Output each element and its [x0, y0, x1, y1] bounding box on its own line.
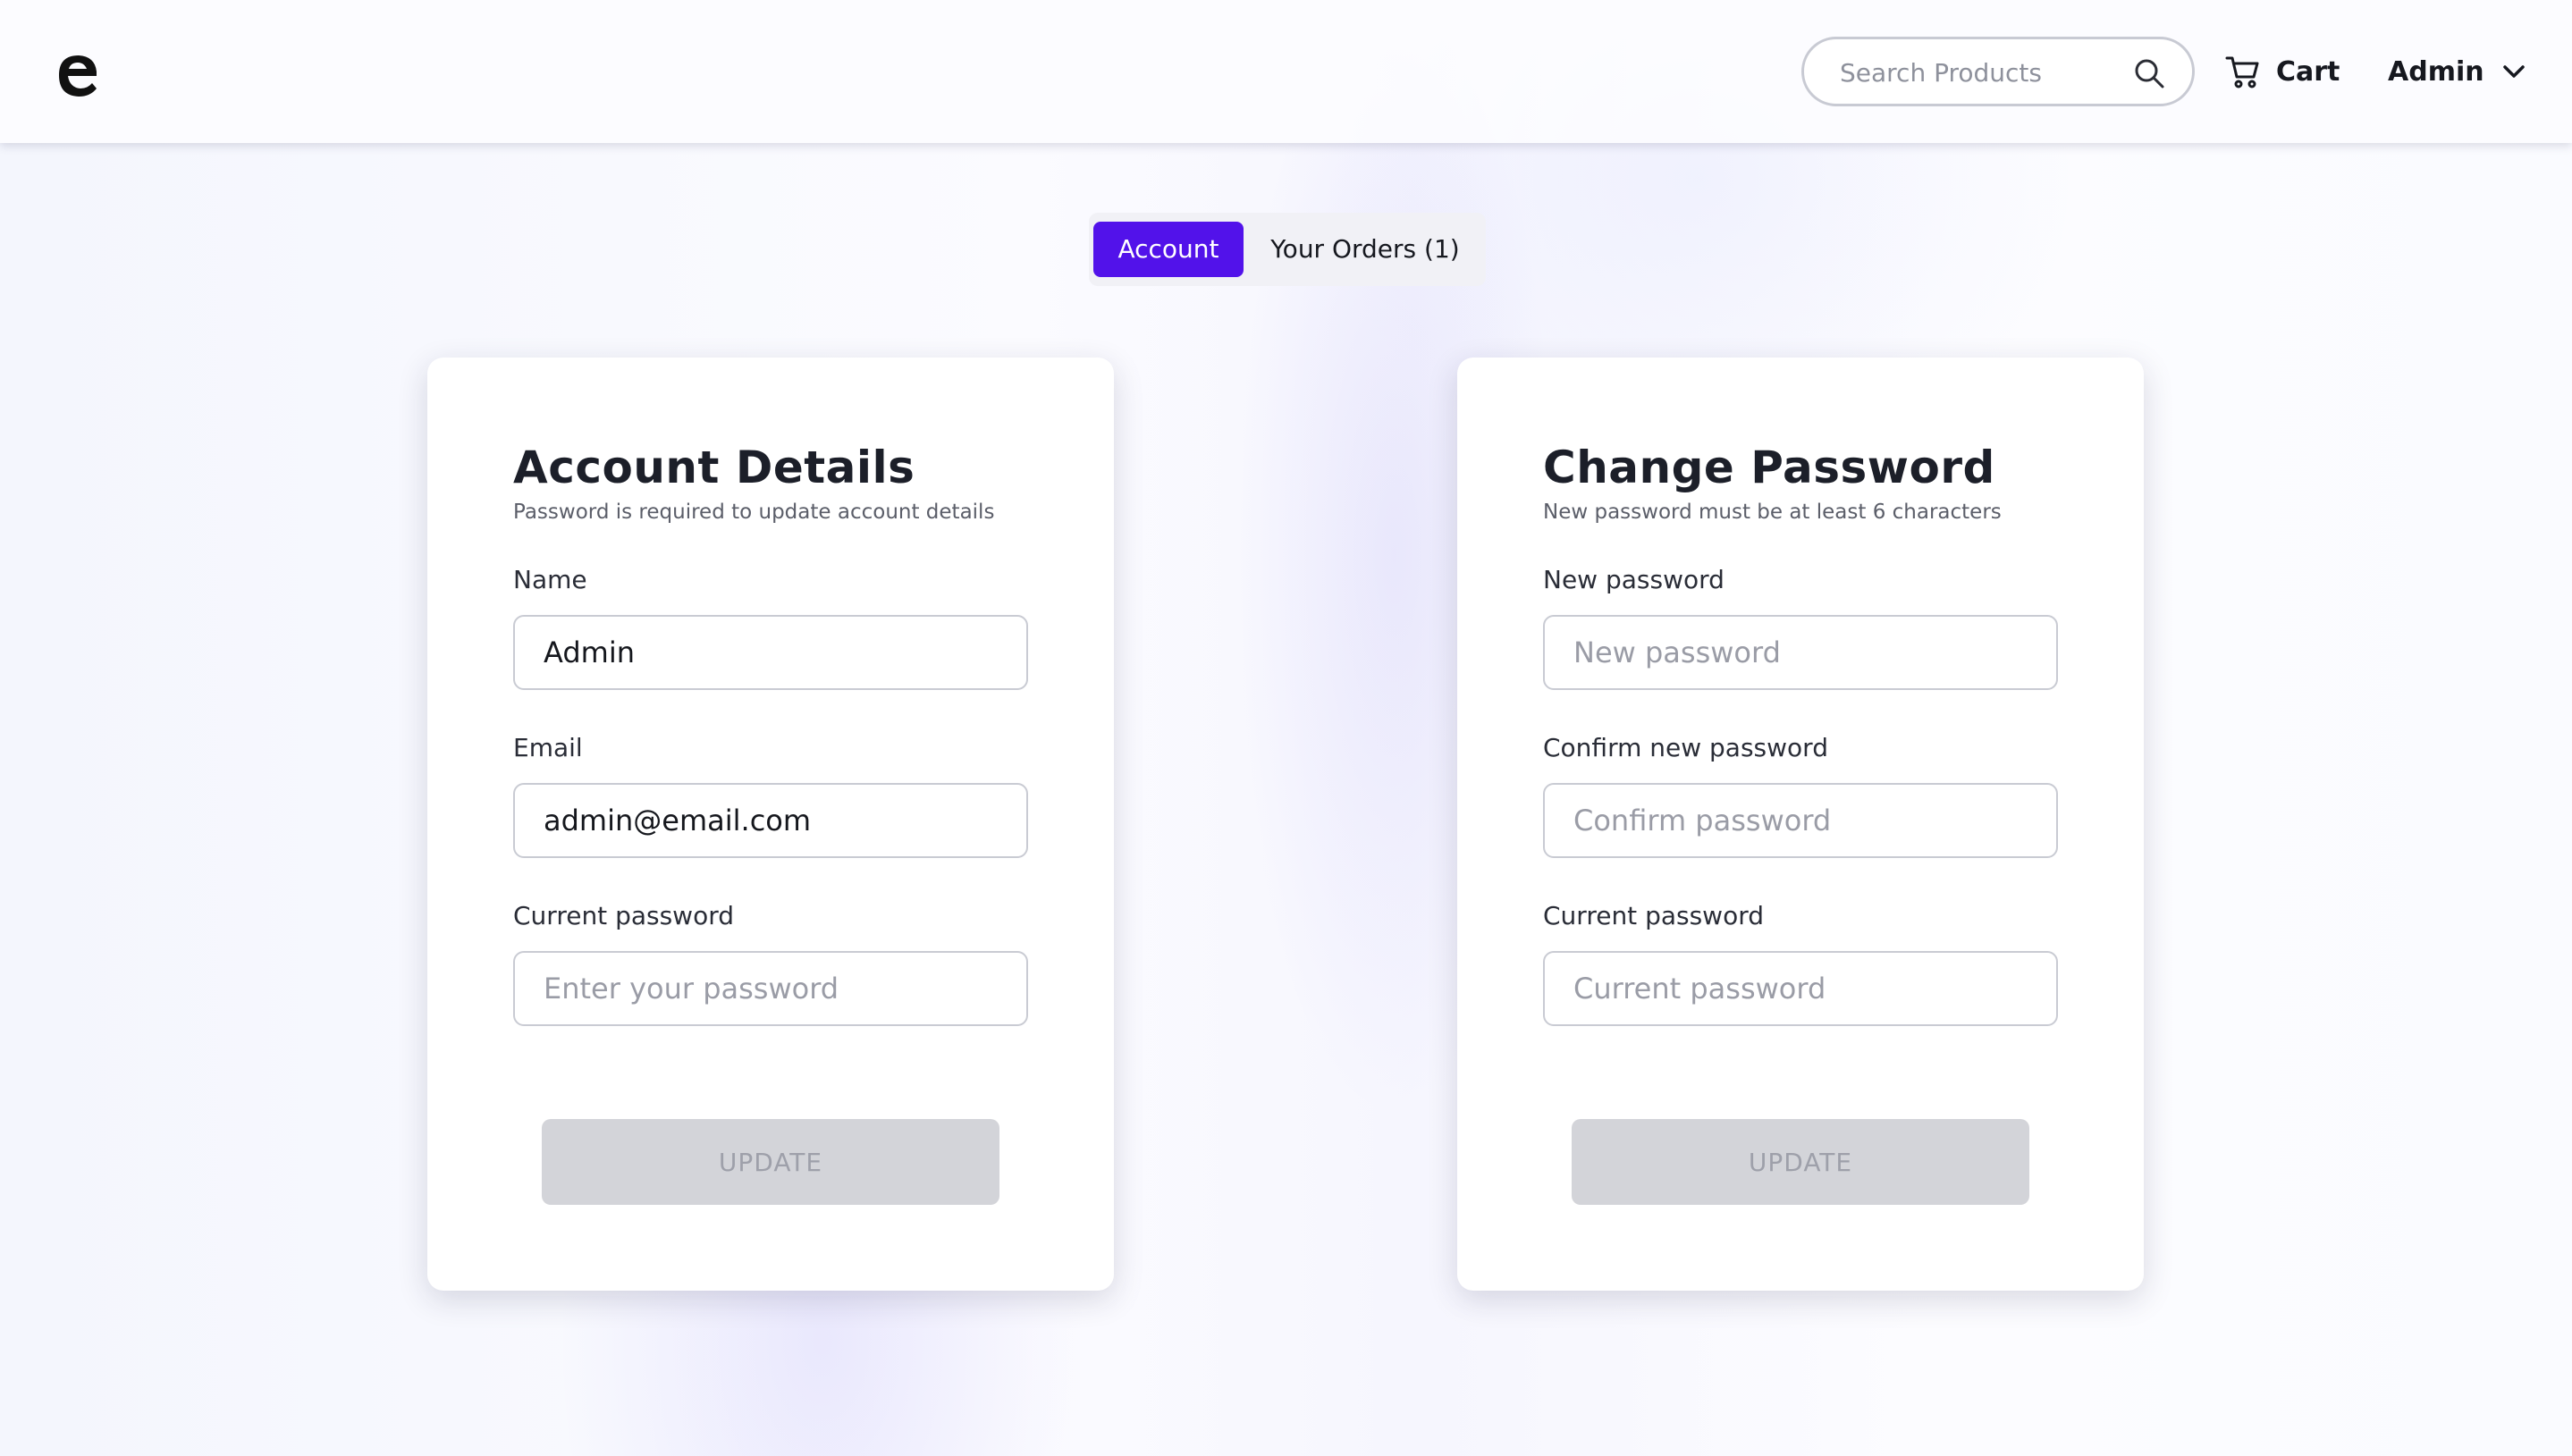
confirm-password-label: Confirm new password [1543, 733, 1828, 762]
brand-logo-icon[interactable] [52, 48, 102, 98]
change-password-title: Change Password [1543, 442, 1995, 493]
cart-button[interactable]: Cart [2224, 50, 2340, 93]
update-password-button[interactable]: UPDATE [1572, 1119, 2029, 1205]
current-password-label: Current password [513, 901, 734, 930]
name-label: Name [513, 565, 587, 594]
user-name-label: Admin [2388, 55, 2484, 88]
new-password-label: New password [1543, 565, 1725, 594]
current-password-input[interactable] [513, 951, 1028, 1026]
change-password-card: Change Password New password must be at … [1457, 358, 2144, 1291]
search-input[interactable] [1838, 39, 2128, 105]
account-details-subtitle: Password is required to update account d… [513, 501, 995, 524]
tab-your-orders[interactable]: Your Orders (1) [1250, 222, 1480, 277]
change-password-subtitle: New password must be at least 6 characte… [1543, 501, 2002, 524]
confirm-password-input[interactable] [1543, 783, 2058, 858]
account-details-card: Account Details Password is required to … [427, 358, 1114, 1291]
update-account-button[interactable]: UPDATE [542, 1119, 999, 1205]
email-input[interactable] [513, 783, 1028, 858]
cart-label: Cart [2276, 55, 2340, 88]
current-password-label-2: Current password [1543, 901, 1764, 930]
cart-icon [2225, 56, 2259, 88]
search-bar [1801, 37, 2195, 106]
user-menu-dropdown[interactable]: Admin [2388, 50, 2527, 93]
top-navbar: Cart Admin [0, 0, 2572, 143]
search-icon[interactable] [2133, 57, 2165, 89]
name-input[interactable] [513, 615, 1028, 690]
tab-account[interactable]: Account [1093, 222, 1244, 277]
account-details-title: Account Details [513, 442, 915, 493]
profile-tabs: Account Your Orders (1) [1089, 213, 1486, 286]
new-password-input[interactable] [1543, 615, 2058, 690]
current-password-input-2[interactable] [1543, 951, 2058, 1026]
email-label: Email [513, 733, 583, 762]
chevron-down-icon [2502, 65, 2525, 78]
